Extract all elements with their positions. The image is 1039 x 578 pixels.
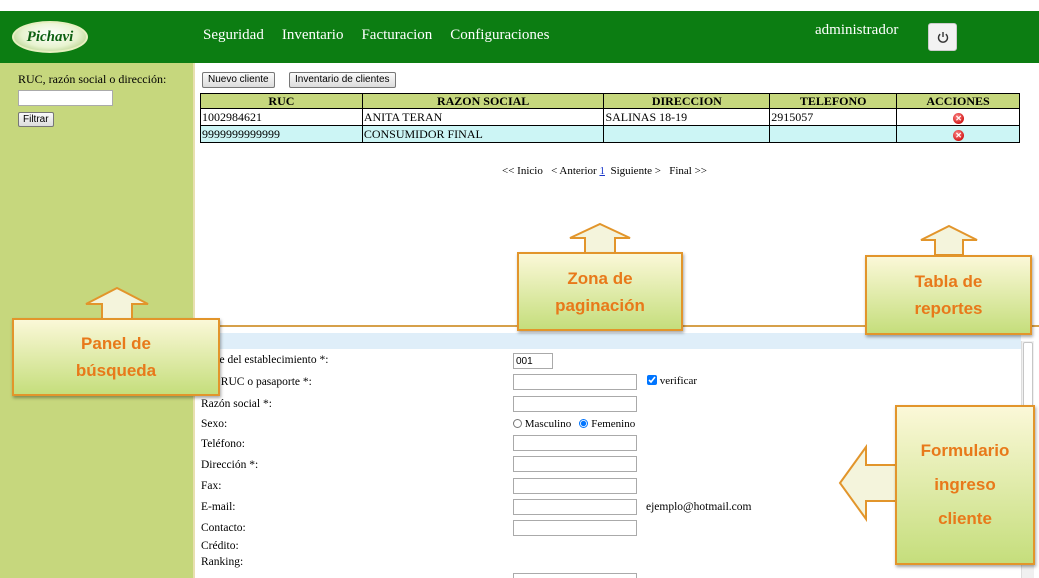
fax-label: Fax:	[201, 480, 222, 492]
ranking-label: Ranking:	[201, 556, 244, 568]
callout-paginacion-text: Zona de paginación	[555, 268, 645, 315]
column-header-direccion[interactable]: DIRECCION	[603, 93, 771, 109]
verify-checkbox[interactable]	[647, 375, 657, 385]
menu-item-inventario[interactable]: Inventario	[282, 27, 344, 44]
cedula-field[interactable]	[513, 374, 637, 390]
menu-item-facturacion[interactable]: Facturacion	[361, 27, 432, 44]
contacto-label: Contacto:	[201, 522, 246, 534]
delete-icon[interactable]: ✕	[953, 129, 965, 141]
callout-panel-text: Panel de búsqueda	[75, 334, 157, 380]
search-label: RUC, razón social o dirección:	[18, 72, 167, 86]
verify-control: verificar	[647, 375, 697, 387]
main-menu: Seguridad Inventario Facturacion Configu…	[203, 27, 567, 44]
callout-tabla-reportes: Tabla de reportes	[865, 255, 1032, 335]
cell-razon-social: ANITA TERAN	[361, 108, 605, 126]
current-user: administrador	[815, 22, 899, 38]
form-callout-arrow-icon	[838, 443, 897, 523]
establecimiento-field[interactable]	[513, 353, 553, 369]
callout-reportes-text: Tabla de reportes	[914, 272, 983, 318]
cell-direccion: SALINAS 18-19	[603, 108, 771, 126]
cell-razon-social: CONSUMIDOR FINAL	[361, 125, 605, 143]
callout-formulario-ingreso: Formulario ingreso cliente	[895, 405, 1035, 565]
radio-femenino-label: Femenino	[591, 418, 636, 430]
table-header-row: RUC RAZON SOCIAL DIRECCION TELEFONO ACCI…	[200, 93, 1020, 109]
establecimiento-label: mbre del establecimiento *:	[201, 354, 329, 366]
contacto-field[interactable]	[513, 520, 637, 536]
cell-actions: ✕	[896, 125, 1020, 143]
table-row[interactable]: 9999999999999 CONSUMIDOR FINAL ✕	[200, 125, 1020, 143]
telefono-field[interactable]	[513, 435, 637, 451]
clients-table: RUC RAZON SOCIAL DIRECCION TELEFONO ACCI…	[200, 93, 1020, 143]
pager-last[interactable]: Final >>	[669, 165, 707, 177]
reports-callout-arrow-icon	[920, 224, 978, 256]
search-input[interactable]	[18, 90, 113, 106]
razon-social-field[interactable]	[513, 396, 637, 412]
email-field[interactable]	[513, 499, 637, 515]
table-row[interactable]: 1002984621 ANITA TERAN SALINAS 18-19 291…	[200, 108, 1020, 126]
top-navigation-bar: Pichavi Seguridad Inventario Facturacion…	[0, 11, 1039, 63]
credito-label: Crédito:	[201, 540, 239, 552]
callout-zona-paginacion: Zona de paginación	[517, 252, 683, 331]
callout-formulario-text: Formulario ingreso cliente	[920, 441, 1010, 528]
logo-text: Pichavi	[26, 28, 74, 45]
radio-femenino[interactable]	[579, 419, 589, 428]
telefono-label: Teléfono:	[201, 438, 245, 450]
power-icon	[937, 32, 948, 43]
column-header-ruc[interactable]: RUC	[200, 93, 363, 109]
radio-masculino-label: Masculino	[524, 418, 572, 430]
sexo-radio-group: Masculino Femenino	[513, 418, 635, 430]
column-header-telefono[interactable]: TELEFONO	[769, 93, 898, 109]
filter-button[interactable]: Filtrar	[18, 112, 54, 127]
pagination-callout-arrow-icon	[569, 222, 631, 254]
pagination: << Inicio < Anterior 1 Siguiente > Final…	[502, 165, 707, 177]
email-label: E-mail:	[201, 501, 236, 513]
cell-direccion	[603, 125, 771, 143]
direccion-field[interactable]	[513, 456, 637, 472]
razon-social-label: Razón social *:	[201, 398, 272, 410]
ranking-field[interactable]	[513, 573, 637, 578]
pager-page-1[interactable]: 1	[599, 165, 605, 177]
verify-label: verificar	[659, 375, 697, 387]
sexo-label: Sexo:	[201, 418, 228, 430]
callout-panel-busqueda: Panel de búsqueda	[12, 318, 220, 396]
panel-callout-arrow-icon	[85, 286, 149, 320]
cell-ruc: 1002984621	[200, 108, 363, 126]
client-inventory-button[interactable]: Inventario de clientes	[289, 72, 396, 88]
cell-telefono	[769, 125, 898, 143]
cell-telefono: 2915057	[769, 108, 898, 126]
pager-next[interactable]: Siguiente >	[610, 165, 661, 177]
column-header-acciones: ACCIONES	[896, 93, 1020, 109]
column-header-razon-social[interactable]: RAZON SOCIAL	[361, 93, 605, 109]
radio-masculino[interactable]	[513, 419, 522, 428]
logout-button[interactable]	[928, 23, 957, 51]
cell-ruc: 9999999999999	[200, 125, 363, 143]
form-header-bar	[195, 333, 1021, 349]
pager-first[interactable]: << Inicio	[502, 165, 543, 177]
menu-item-seguridad[interactable]: Seguridad	[203, 27, 264, 44]
menu-item-configuraciones[interactable]: Configuraciones	[450, 27, 549, 44]
delete-icon[interactable]: ✕	[953, 112, 965, 124]
pager-prev[interactable]: < Anterior	[551, 165, 597, 177]
email-hint: ejemplo@hotmail.com	[646, 501, 752, 513]
direccion-label: Dirección *:	[201, 459, 259, 471]
new-client-button[interactable]: Nuevo cliente	[202, 72, 275, 88]
cell-actions: ✕	[896, 108, 1020, 126]
fax-field[interactable]	[513, 478, 637, 494]
app-logo[interactable]: Pichavi	[12, 21, 88, 53]
